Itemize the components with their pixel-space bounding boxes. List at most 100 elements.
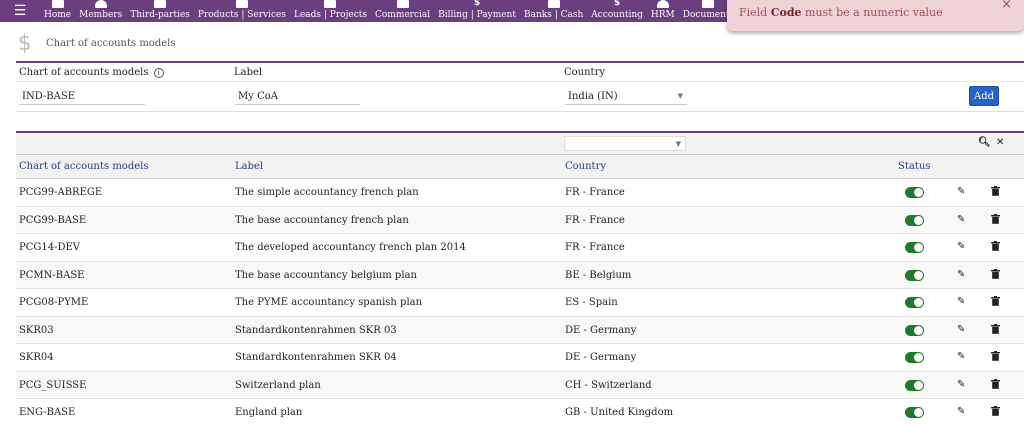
nav-item-hrm[interactable]: HRM (647, 0, 679, 22)
status-toggle[interactable] (905, 297, 924, 308)
header-label[interactable]: Label (235, 161, 263, 172)
status-toggle[interactable] (905, 324, 924, 336)
nav-item-label: Members (79, 10, 123, 20)
status-toggle[interactable] (905, 214, 924, 226)
close-icon[interactable]: × (1001, 0, 1012, 12)
nav-item-home[interactable]: Home (40, 0, 75, 22)
nav-item-leads-projects[interactable]: Leads | Projects (290, 0, 371, 22)
edit-icon[interactable]: ✎ (957, 214, 965, 225)
status-toggle[interactable] (905, 352, 924, 363)
nav-item-commercial[interactable]: Commercial (371, 0, 434, 22)
table-row: SKR04 Standardkontenrahmen SKR 04 DE - Ger… (16, 344, 1024, 372)
nav-item-label: Accounting (591, 10, 643, 20)
edit-icon[interactable]: ✎ (957, 241, 965, 252)
nav-item-products-services[interactable]: Products | Services (194, 0, 290, 22)
row-country: GB - United Kingdom (565, 407, 674, 418)
toast-prefix: Field (739, 6, 768, 19)
add-button[interactable]: Add (969, 86, 999, 106)
edit-icon[interactable]: ✎ (957, 269, 965, 280)
row-code: PCG_SUISSE (19, 379, 87, 391)
table-row: PCG99-BASE The base accountancy french pl… (16, 206, 1024, 234)
folder-icon (702, 0, 715, 8)
table-row: PCG99-ABREGE The simple accountancy frenc… (16, 179, 1024, 207)
form-input-row: India (IN) ▼ Add (16, 82, 1024, 112)
trash-icon[interactable] (991, 323, 1000, 337)
home-icon (51, 0, 64, 8)
trash-icon[interactable] (991, 186, 1000, 199)
status-toggle[interactable] (905, 187, 924, 198)
status-toggle[interactable] (905, 407, 924, 418)
edit-icon[interactable]: ✎ (957, 324, 965, 335)
trash-icon[interactable] (991, 406, 1000, 419)
status-toggle[interactable] (905, 242, 924, 253)
row-label: Switzerland plan (235, 379, 321, 391)
edit-icon[interactable]: ✎ (957, 186, 965, 197)
edit-icon[interactable]: ✎ (957, 351, 965, 362)
cube-icon (235, 0, 248, 8)
trash-icon[interactable] (991, 378, 1000, 392)
trash-icon[interactable] (991, 268, 1000, 282)
briefcase-icon (324, 0, 337, 8)
bank-icon (547, 0, 560, 8)
form-label-label: Label (234, 67, 263, 78)
table-body: PCG99-ABREGE The simple accountancy frenc… (16, 179, 1024, 424)
edit-icon[interactable]: ✎ (957, 379, 965, 390)
nav-item-accounting[interactable]: $ Accounting (587, 0, 647, 22)
filter-row: ▼ 🔍︎ ✕ (16, 133, 1024, 155)
row-code: SKR04 (19, 352, 54, 363)
row-label: The simple accountancy french plan (235, 187, 419, 198)
nav-items: Home Members Third-parties Products | Servi… (40, 0, 781, 22)
country-select[interactable]: India (IN) ▼ (565, 88, 687, 105)
row-label: England plan (235, 407, 303, 418)
toast-suffix: must be a numeric value (805, 6, 943, 19)
row-country: BE - Belgium (565, 269, 632, 281)
members-icon (94, 0, 107, 8)
row-country: FR - France (565, 187, 625, 198)
row-country: ES - Spain (565, 297, 618, 308)
trash-icon[interactable] (991, 241, 1000, 254)
row-code: PCG08-PYME (19, 297, 89, 308)
nav-item-banks-cash[interactable]: Banks | Cash (520, 0, 587, 22)
form-model-label: Chart of accounts models i (19, 67, 164, 78)
country-filter-select[interactable]: ▼ (564, 136, 686, 151)
row-label: The developed accountancy french plan 20… (235, 242, 466, 253)
dollar-icon: $ (473, 0, 481, 8)
trash-icon[interactable] (991, 213, 1000, 227)
header-country[interactable]: Country (565, 161, 606, 172)
chevron-down-icon: ▼ (675, 139, 681, 148)
table-row: PCG_SUISSE Switzerland plan CH - Switzerla… (16, 371, 1024, 399)
nav-item-members[interactable]: Members (75, 0, 126, 22)
search-icon[interactable]: 🔍︎ (978, 137, 991, 148)
table-row: SKR03 Standardkontenrahmen SKR 03 DE - Ger… (16, 316, 1024, 344)
row-country: CH - Switzerland (565, 379, 652, 391)
nav-item-billing-payment[interactable]: $ Billing | Payment (434, 0, 520, 22)
table-row: PCG08-PYME The PYME accountancy spanish p… (16, 289, 1024, 317)
row-label: The PYME accountancy spanish plan (235, 297, 423, 308)
edit-icon[interactable]: ✎ (957, 296, 965, 307)
error-toast: Field Code must be a numeric value × (727, 0, 1024, 31)
status-toggle[interactable] (905, 269, 924, 281)
row-code: PCG99-ABREGE (19, 187, 103, 198)
edit-icon[interactable]: ✎ (957, 406, 965, 417)
header-status[interactable]: Status (898, 161, 930, 172)
trash-icon[interactable] (991, 351, 1000, 364)
header-model[interactable]: Chart of accounts models (19, 161, 148, 172)
page-title: Chart of accounts models (46, 37, 176, 49)
trash-icon[interactable] (991, 296, 1000, 309)
row-label: Standardkontenrahmen SKR 04 (235, 352, 397, 363)
row-code: PCG99-BASE (19, 214, 87, 226)
info-icon[interactable]: i (153, 68, 164, 78)
chevron-down-icon: ▼ (677, 92, 683, 100)
menu-icon[interactable]: ☰ (0, 0, 40, 22)
clear-filter-icon[interactable]: ✕ (996, 137, 1004, 148)
row-code: PCG14-DEV (19, 242, 81, 253)
person-icon (656, 0, 669, 8)
nav-item-label: Products | Services (197, 10, 286, 20)
status-toggle[interactable] (905, 379, 924, 391)
form-model-label-text: Chart of accounts models (19, 67, 149, 78)
nav-item-third-parties[interactable]: Third-parties (126, 0, 194, 22)
model-code-input[interactable] (19, 89, 145, 105)
nav-item-label: Banks | Cash (523, 10, 584, 20)
nav-item-label: Home (44, 10, 72, 20)
label-input[interactable] (235, 89, 360, 105)
